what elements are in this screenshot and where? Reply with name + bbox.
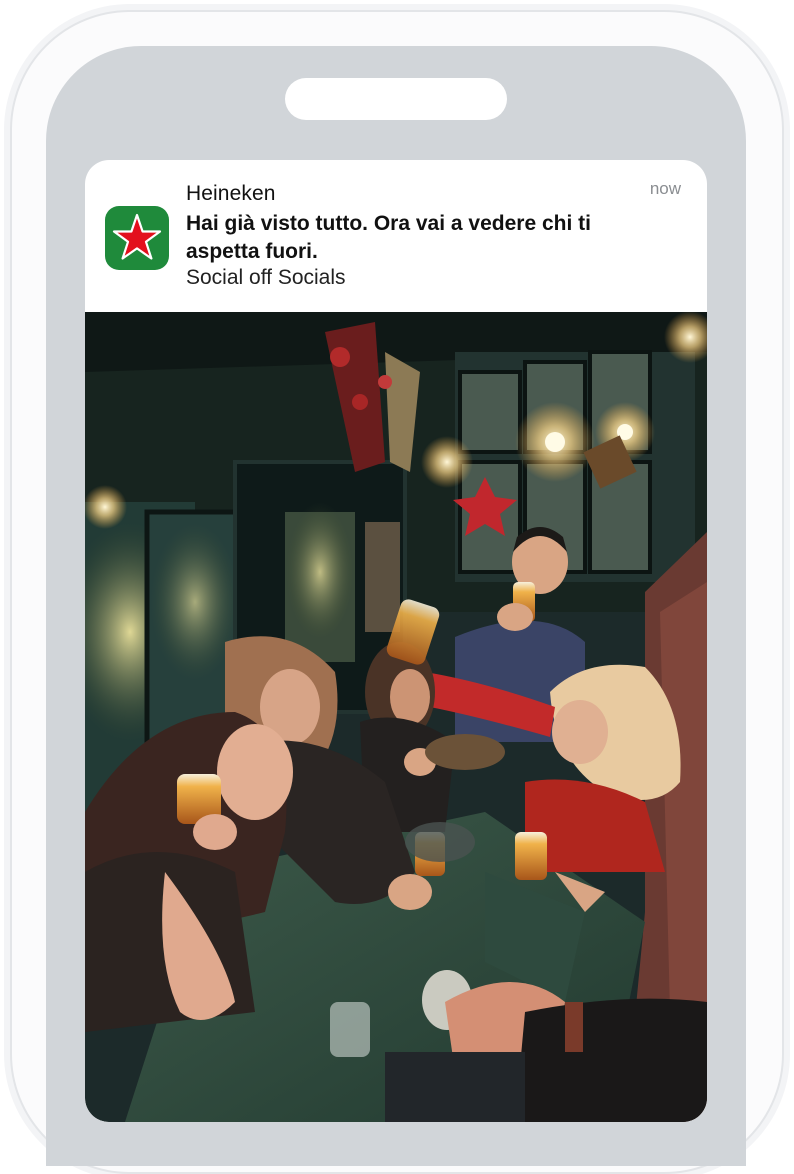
- notification-title: Hai già visto tutto. Ora vai a vedere ch…: [186, 212, 591, 263]
- app-name: Heineken: [186, 182, 276, 205]
- notification-time: now: [649, 179, 681, 198]
- dynamic-island: [285, 78, 507, 120]
- notification-header[interactable]: Heineken now Hai già visto tutto. Ora va…: [85, 160, 707, 312]
- push-notification[interactable]: Heineken now Hai già visto tutto. Ora va…: [85, 160, 707, 1122]
- notification-body: Social off Socials: [186, 266, 346, 289]
- heineken-star-icon: [105, 206, 169, 270]
- notification-image[interactable]: [85, 312, 707, 1122]
